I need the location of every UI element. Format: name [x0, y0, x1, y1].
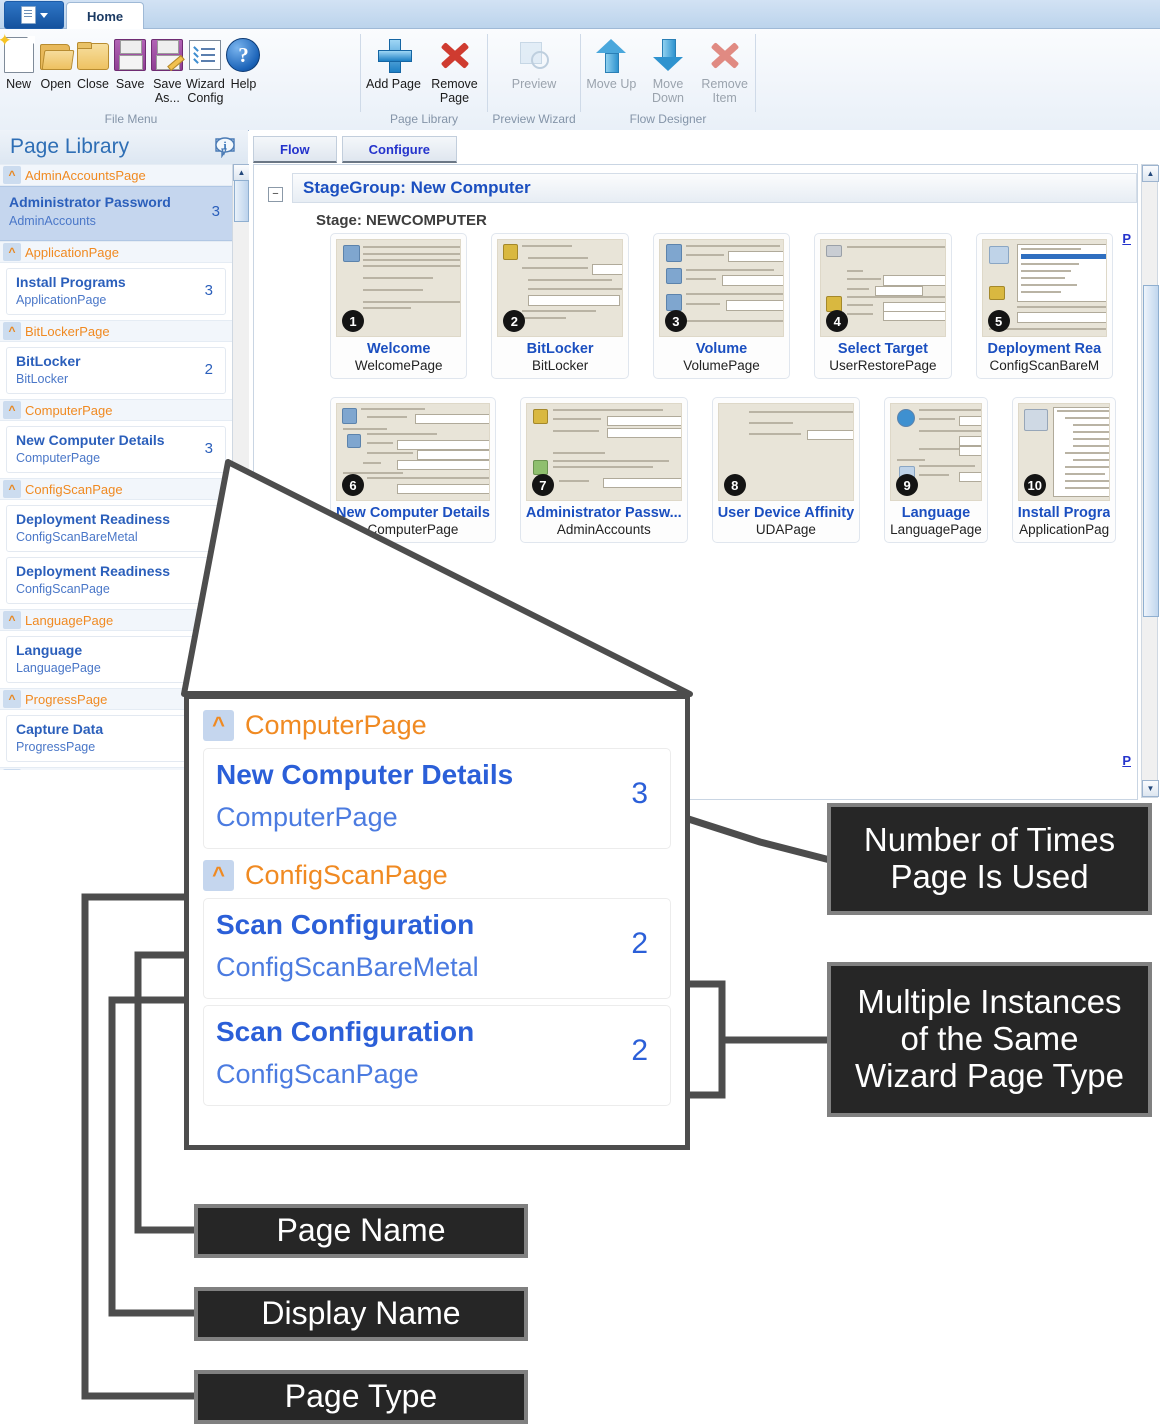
step-number-badge: 3 [664, 310, 687, 332]
step-number-badge: 5 [987, 310, 1010, 332]
step-number-badge: 10 [1023, 474, 1046, 496]
leader-count [674, 811, 831, 864]
step-number-badge: 6 [342, 474, 364, 496]
step-number-badge: 9 [896, 474, 919, 496]
magnifier-cone [181, 459, 693, 697]
step-number-badge: 8 [723, 474, 746, 496]
step-number-badge: 7 [531, 474, 554, 496]
annotation-lines [81, 459, 831, 1400]
step-number-badge: 1 [342, 310, 364, 332]
